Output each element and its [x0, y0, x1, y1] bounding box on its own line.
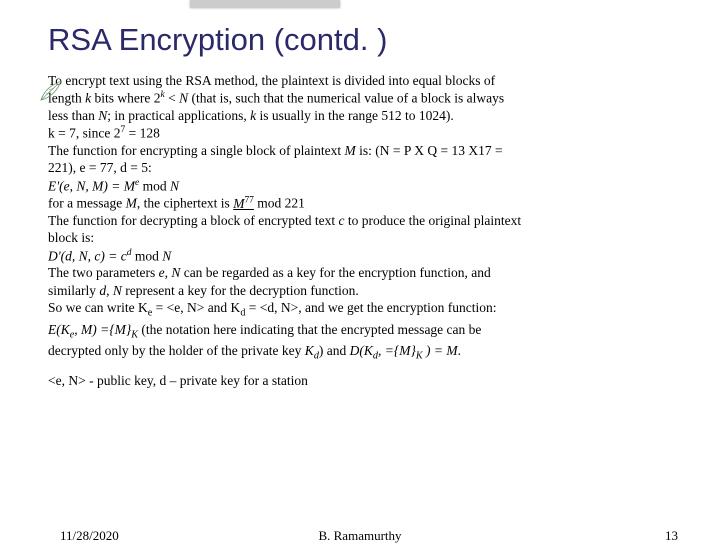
text-line: E(Ke, M) ={M}K (the notation here indica…: [48, 321, 682, 343]
text-line: So we can write Ke = <e, N> and Kd = <d,…: [48, 299, 682, 321]
text-line: D'(d, N, c) = cd mod N: [48, 247, 682, 265]
text-line: length k bits where 2k < N (that is, suc…: [48, 89, 682, 107]
text-line: decrypted only by the holder of the priv…: [48, 342, 682, 364]
slide-title: RSA Encryption (contd. ): [48, 22, 682, 58]
text-line: similarly d, N represent a key for the d…: [48, 282, 682, 299]
top-shadow: [190, 0, 340, 8]
slide-content: RSA Encryption (contd. ) To encrypt text…: [0, 0, 720, 389]
text-line: E'(e, N, M) = Me mod N: [48, 177, 682, 195]
footer-author: B. Ramamurthy: [0, 528, 720, 544]
text-line: The two parameters e, N can be regarded …: [48, 264, 682, 281]
text-line: block is:: [48, 229, 682, 246]
text-line: The function for decrypting a block of e…: [48, 212, 682, 229]
slide-body: To encrypt text using the RSA method, th…: [48, 72, 682, 389]
text-line: for a message M, the ciphertext is M77 m…: [48, 194, 682, 212]
text-line: k = 7, since 27 = 128: [48, 124, 682, 142]
text-line: 221), e = 77, d = 5:: [48, 159, 682, 176]
text-line: <e, N> - public key, d – private key for…: [48, 372, 682, 389]
text-line: To encrypt text using the RSA method, th…: [48, 72, 682, 89]
leaf-icon: [38, 78, 64, 104]
footer-page: 13: [665, 528, 678, 544]
text-line: The function for encrypting a single blo…: [48, 142, 682, 159]
text-line: less than N; in practical applications, …: [48, 107, 682, 124]
